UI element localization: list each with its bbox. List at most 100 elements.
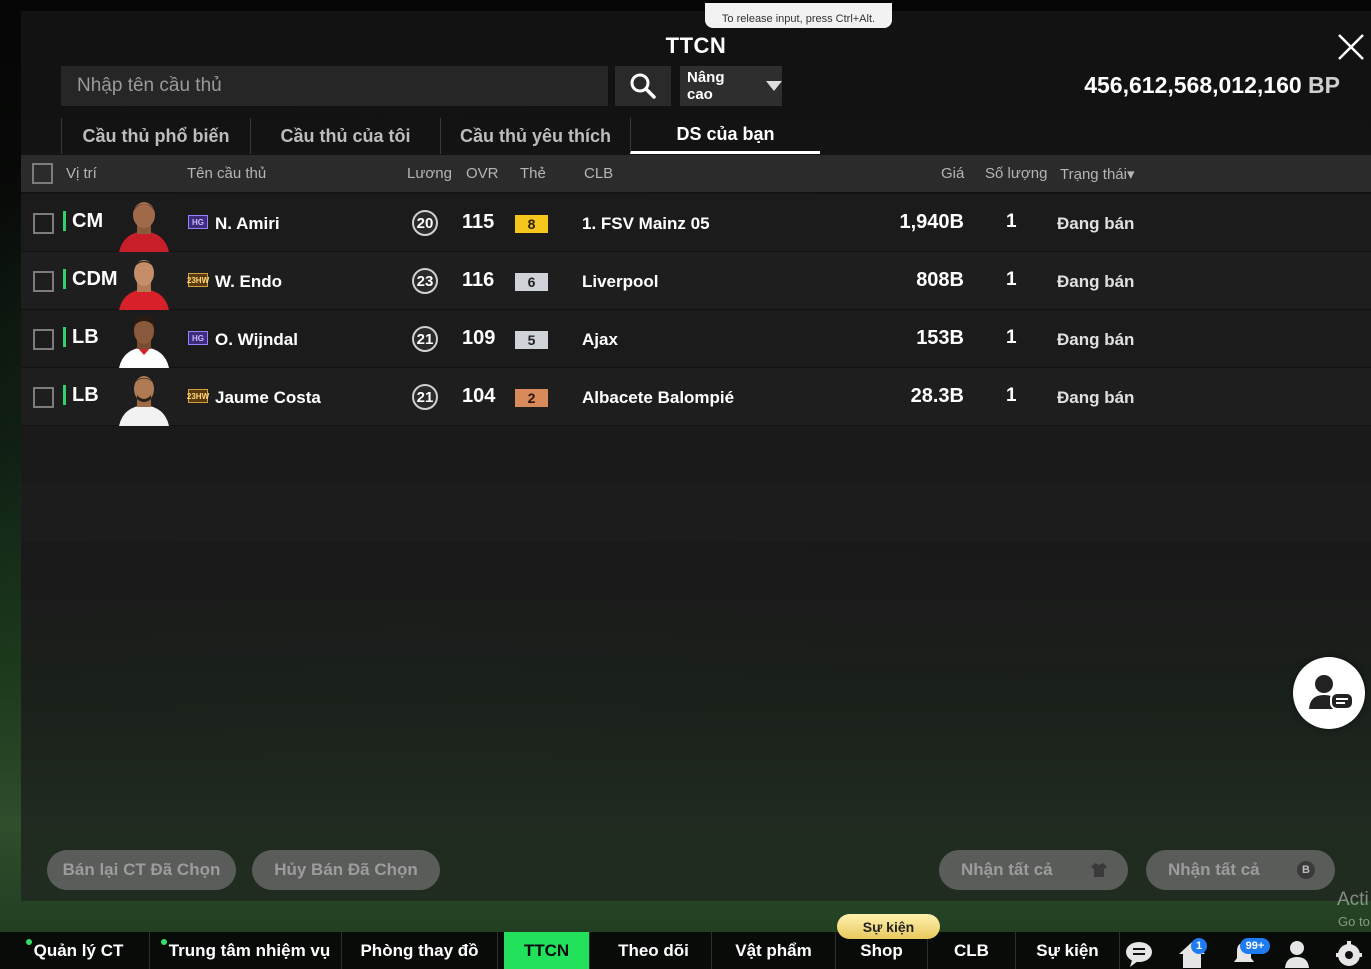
listing-status: Đang bán — [1057, 272, 1135, 291]
nav-transfer-market[interactable]: TTCN — [504, 932, 590, 969]
caret-down-icon — [766, 81, 782, 91]
chat-icon[interactable] — [1124, 938, 1154, 968]
upgrade-level-badge: 5 — [515, 331, 548, 349]
player-position: LB — [63, 327, 99, 347]
advanced-filter-label: Nâng cao — [687, 69, 725, 103]
nav-label: Trung tâm nhiệm vụ — [168, 940, 331, 960]
nav-squad-management[interactable]: Quản lý CT — [0, 932, 150, 969]
upgrade-level-badge: 8 — [515, 215, 548, 233]
header-position: Vị trí — [66, 165, 97, 182]
tab-favorite-players[interactable]: Cầu thủ yêu thích — [440, 118, 630, 154]
nav-events[interactable]: Sự kiện — [1016, 932, 1120, 969]
listing-quantity: 1 — [1006, 327, 1017, 348]
nav-label: Quản lý CT — [33, 940, 124, 960]
player-name: O. Wijndal — [215, 330, 298, 349]
empty-row — [21, 484, 1371, 542]
header-ovr: OVR — [466, 165, 499, 182]
player-ovr: 109 — [462, 327, 496, 349]
tab-popular-players[interactable]: Cầu thủ phổ biến — [61, 118, 250, 154]
header-quantity: Số lượng — [985, 165, 1048, 182]
player-ovr: 116 — [462, 269, 495, 291]
empty-row — [21, 542, 1371, 600]
listing-status: Đang bán — [1057, 214, 1135, 233]
header-salary: Lương — [407, 165, 452, 182]
table-header: Vị trí Tên cầu thủ Lương OVR Thẻ CLB Giá… — [21, 155, 1371, 192]
table-row[interactable]: LB HG O. Wijndal 21 109 5 Ajax 153B 1 Đa… — [21, 310, 1371, 368]
listing-quantity: 1 — [1006, 385, 1017, 406]
row-checkbox[interactable] — [33, 213, 54, 234]
header-price: Giá — [941, 165, 965, 182]
season-badge: 23HW — [187, 389, 209, 403]
notification-count-badge: 99+ — [1240, 938, 1270, 954]
search-button[interactable] — [615, 66, 671, 106]
player-name: Jaume Costa — [215, 388, 321, 407]
new-dot-icon — [25, 938, 32, 945]
player-name: N. Amiri — [215, 214, 280, 233]
salary-badge: 21 — [412, 384, 438, 410]
table-row[interactable]: CM HG N. Amiri 20 115 8 1. FSV Mainz 05 … — [21, 194, 1371, 252]
empty-row — [21, 600, 1371, 658]
resell-selected-button[interactable]: Bán lại CT Đã Chọn — [47, 850, 236, 890]
listing-price: 28.3B — [910, 385, 964, 407]
listing-price: 153B — [916, 327, 964, 349]
nav-items[interactable]: Vật phẩm — [712, 932, 836, 969]
chat-user-icon — [1309, 675, 1354, 710]
player-club: Ajax — [582, 330, 618, 349]
jersey-icon — [1091, 863, 1107, 877]
player-ovr: 104 — [462, 385, 496, 407]
settings-gear-icon[interactable] — [1334, 938, 1364, 968]
bp-balance: 456,612,568,012,160 BP — [1084, 72, 1340, 99]
table-row[interactable]: CDM 23HW W. Endo 23 116 6 Liverpool 808B… — [21, 252, 1371, 310]
claim-all-players-button[interactable]: Nhận tất cả — [939, 850, 1128, 890]
listing-status: Đang bán — [1057, 330, 1135, 349]
chat-support-button[interactable] — [1293, 657, 1365, 729]
bp-unit: BP — [1308, 72, 1340, 98]
player-portrait — [119, 376, 169, 426]
close-button[interactable] — [1335, 31, 1367, 63]
row-checkbox[interactable] — [33, 329, 54, 350]
listing-quantity: 1 — [1006, 211, 1017, 232]
claim-all-bp-button[interactable]: Nhận tất cả B — [1146, 850, 1335, 890]
nav-club[interactable]: CLB — [928, 932, 1016, 969]
advanced-filter-dropdown[interactable]: Nâng cao — [680, 66, 782, 106]
profile-icon[interactable] — [1282, 938, 1312, 968]
claim-all-label: Nhận tất cả — [961, 860, 1053, 879]
select-all-checkbox[interactable] — [32, 163, 53, 184]
table-row[interactable]: LB 23HW Jaume Costa 21 104 2 Albacete Ba… — [21, 368, 1371, 426]
activation-watermark: Acti — [1337, 889, 1369, 910]
upgrade-level-badge: 6 — [515, 273, 548, 291]
salary-badge: 23 — [412, 268, 438, 294]
listing-quantity: 1 — [1006, 269, 1017, 290]
listing-price: 808B — [916, 269, 964, 291]
nav-watchlist[interactable]: Theo dõi — [596, 932, 712, 969]
close-icon — [1338, 34, 1364, 60]
tab-your-listings[interactable]: DS của bạn — [630, 118, 820, 154]
row-checkbox[interactable] — [33, 387, 54, 408]
player-position: LB — [63, 385, 99, 405]
nav-mission-center[interactable]: Trung tâm nhiệm vụ — [150, 932, 342, 969]
player-portrait — [119, 202, 169, 252]
new-dot-icon — [160, 938, 167, 945]
bp-amount: 456,612,568,012,160 — [1084, 72, 1302, 98]
player-portrait — [119, 315, 169, 368]
claim-all-label: Nhận tất cả — [1168, 860, 1260, 879]
header-status[interactable]: Trạng thái▾ — [1060, 165, 1135, 183]
season-badge: HG — [188, 331, 208, 345]
season-badge: HG — [188, 215, 208, 229]
row-checkbox[interactable] — [33, 271, 54, 292]
season-badge: 23HW — [187, 273, 209, 287]
player-club: Albacete Balompié — [582, 388, 735, 407]
bottom-navigation: Quản lý CT Trung tâm nhiệm vụ Phòng thay… — [0, 932, 1371, 969]
empty-row — [21, 426, 1371, 484]
player-position: CDM — [63, 269, 118, 289]
listing-price: 1,940B — [899, 211, 965, 233]
nav-locker-room[interactable]: Phòng thay đồ — [342, 932, 498, 969]
bp-coin-icon: B — [1297, 861, 1315, 879]
player-search-input[interactable] — [61, 66, 608, 106]
cancel-selected-button[interactable]: Hủy Bán Đã Chọn — [252, 850, 440, 890]
market-tabs: Cầu thủ phổ biến Cầu thủ của tôi Cầu thủ… — [61, 118, 820, 154]
salary-badge: 20 — [412, 210, 438, 236]
tab-my-players[interactable]: Cầu thủ của tôi — [250, 118, 440, 154]
player-ovr: 115 — [462, 211, 495, 233]
search-icon — [630, 73, 656, 99]
